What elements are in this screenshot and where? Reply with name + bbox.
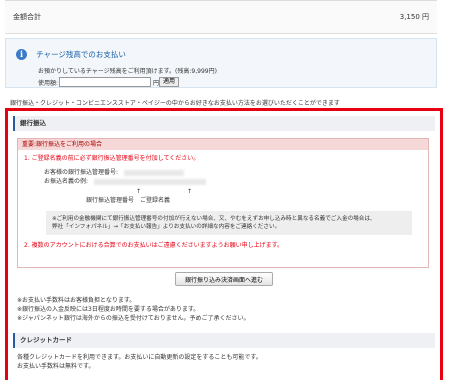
bank-notes: ※お支払い手数料はお客様負担となります。 ※銀行振込の入金反映には3日程度お時間… (17, 296, 250, 323)
bank-panel-title: 重要:銀行振込をご利用の場合 (18, 139, 428, 150)
bank-transfer-panel: 重要:銀行振込をご利用の場合 1. ご登録名義の前に必ず銀行振込管理番号を付加し… (17, 138, 429, 268)
credit-card-section-header: クレジットカード (13, 333, 435, 348)
card-desc-line: 各種クレジットカードを利用できます。お支払いに自動更新の設定をすることも可能です… (17, 354, 262, 361)
credit-card-description: 各種クレジットカードを利用できます。お支払いに自動更新の設定をすることも可能です… (17, 353, 262, 371)
bank-note-line: ※ご利用の金融機関にて銀行振込管理番号の付加が行えない場合、又、やむをえずお申し… (52, 216, 376, 222)
use-amount-label: 使用額: (38, 79, 59, 87)
label-registered-name: ご登録名義 (139, 197, 170, 204)
charge-use-row: 使用額: 円 適用 (38, 77, 426, 87)
bank-note-item: ※ジャパンネット銀行は海外からの振込を受付けておりません。予めご了承ください。 (17, 315, 250, 322)
payment-intro-text: 銀行振込・クレジット・コンビニエンスストア・ペイジーの中からお好きなお支払い方法… (10, 100, 340, 107)
ref-name-row: お振込名義の例: (44, 177, 422, 186)
charge-description: お預かりしているチャージ残高をご利用頂けます。(残高:9,999円) (38, 68, 217, 75)
ref-name-label: お振込名義の例: (44, 178, 89, 185)
bank-section-header: 銀行振込 (13, 116, 435, 131)
ref-number-row: お客様の銀行振込管理番号: (44, 168, 422, 177)
up-arrow-icon: ↑ (136, 188, 142, 195)
ref-name-redacted (93, 178, 206, 185)
charge-title: チャージ残高でのお支払い (36, 50, 126, 59)
use-amount-input[interactable] (59, 77, 152, 87)
bank-note-item: ※銀行振込の入金反映には3日程度お時間を要する場合があります。 (17, 306, 200, 313)
total-row: 金額合計 3,150 円 (5, 0, 437, 34)
charge-balance-box: i チャージ残高でのお支払い お預かりしているチャージ残高をご利用頂けます。(残… (5, 38, 437, 88)
total-amount: 3,150 円 (399, 13, 429, 21)
up-arrow-icon: ↑ (186, 188, 192, 195)
example-labels: 銀行振込管理番号 ご登録名義 (86, 195, 422, 204)
bank-note-box: ※ご利用の金融機関にて銀行振込管理番号の付加が行えない場合、又、やむをえずお申し… (46, 211, 412, 235)
ref-number-label: お客様の銀行振込管理番号: (44, 169, 119, 176)
bank-instruction-2: 2. 複数のアカウントにおける合算でのお支払いはご遠慮くださいますようお願い申し… (24, 242, 284, 249)
proceed-bank-transfer-button[interactable]: 銀行振り込み決済画面へ進む (175, 272, 273, 286)
label-ref-number: 銀行振込管理番号 (86, 197, 135, 204)
info-icon: i (16, 49, 27, 60)
bank-note-item: ※お支払い手数料はお客様負担となります。 (17, 297, 136, 304)
card-desc-line: お支払い手数料は無料です。 (17, 363, 95, 370)
bank-instruction-1: 1. ご登録名義の前に必ず銀行振込管理番号を付加してください。 (24, 155, 200, 162)
bank-note-line: 弊社「インフォパネル」→「お支払い報告」よりお支払いの詳細な内容をご連絡ください… (52, 224, 281, 230)
arrow-row: ↑ ↑ (136, 188, 422, 195)
ref-number-redacted (123, 169, 184, 176)
apply-button[interactable]: 適用 (159, 77, 180, 87)
total-label: 金額合計 (13, 13, 41, 21)
